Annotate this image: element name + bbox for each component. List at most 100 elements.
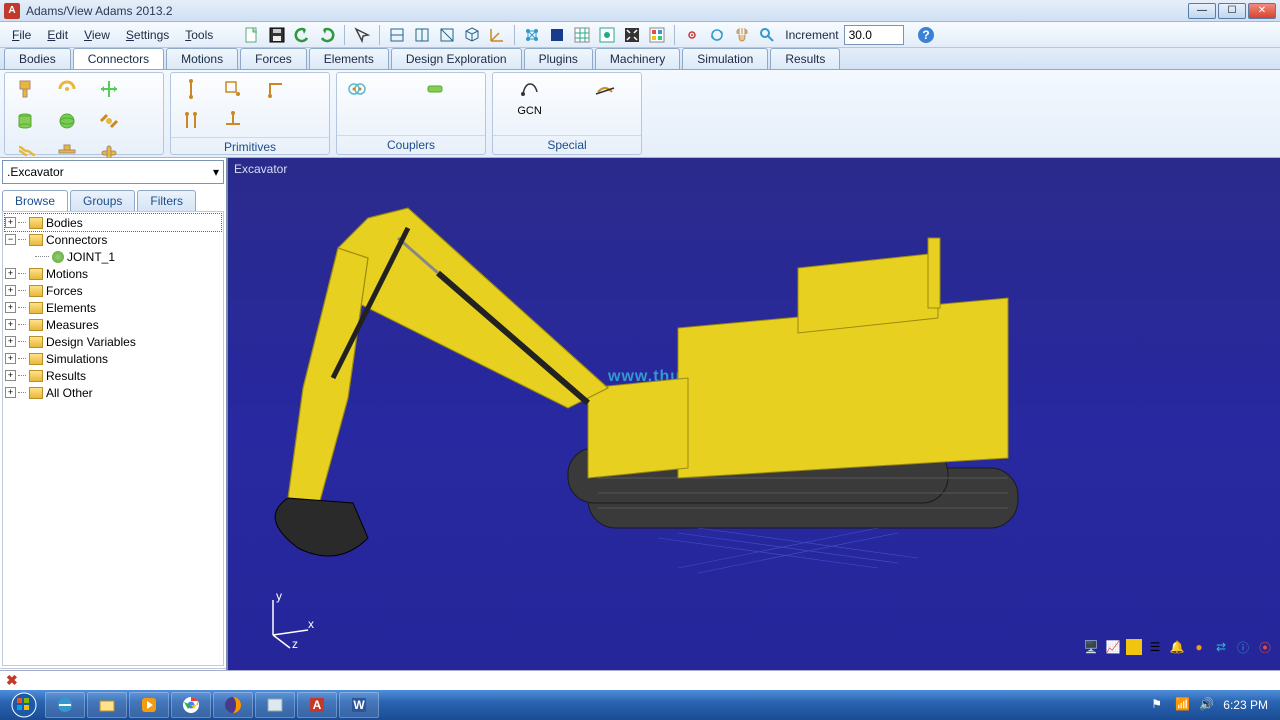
expand-icon[interactable]: +: [5, 285, 16, 296]
taskbar-firefox[interactable]: [213, 692, 253, 718]
taskbar-word[interactable]: W: [339, 692, 379, 718]
orientation-primitive-icon[interactable]: [263, 77, 287, 101]
fixed-joint-icon[interactable]: [13, 77, 37, 101]
axes-icon[interactable]: [486, 24, 508, 46]
undo-icon[interactable]: [291, 24, 313, 46]
tray-network-icon[interactable]: 📶: [1175, 697, 1191, 713]
tray-disk-icon[interactable]: ●: [1190, 638, 1208, 656]
browser-tab-browse[interactable]: Browse: [2, 190, 68, 211]
zoom-icon[interactable]: [756, 24, 778, 46]
tree-node-joint1[interactable]: JOINT_1: [5, 248, 221, 265]
render-icon[interactable]: [646, 24, 668, 46]
browser-tab-filters[interactable]: Filters: [137, 190, 196, 211]
taskbar-media[interactable]: [129, 692, 169, 718]
parallel-axis-icon[interactable]: [179, 109, 203, 133]
tray-monitor-icon[interactable]: 🖥️: [1082, 638, 1100, 656]
tab-machinery[interactable]: Machinery: [595, 48, 680, 69]
cylindrical-joint-icon[interactable]: [13, 109, 37, 133]
maximize-button[interactable]: ☐: [1218, 3, 1246, 19]
start-button[interactable]: [4, 691, 44, 719]
tree-node-all-other[interactable]: +All Other: [5, 384, 221, 401]
tab-results[interactable]: Results: [770, 48, 840, 69]
inline-primitive-icon[interactable]: [179, 77, 203, 101]
taskbar-adams[interactable]: A: [297, 692, 337, 718]
view-front-icon[interactable]: [386, 24, 408, 46]
tree-node-connectors[interactable]: −Connectors: [5, 231, 221, 248]
view-iso-icon[interactable]: [461, 24, 483, 46]
expand-icon[interactable]: +: [5, 217, 16, 228]
gear-coupler-icon[interactable]: [423, 77, 447, 101]
center-icon[interactable]: [681, 24, 703, 46]
redo-icon[interactable]: [316, 24, 338, 46]
taskbar-explorer[interactable]: [87, 692, 127, 718]
tree-node-motions[interactable]: +Motions: [5, 265, 221, 282]
translational-joint-icon[interactable]: [97, 77, 121, 101]
save-icon[interactable]: [266, 24, 288, 46]
collapse-icon[interactable]: −: [5, 234, 16, 245]
view-right-icon[interactable]: [411, 24, 433, 46]
perpendicular-icon[interactable]: [221, 109, 245, 133]
tree-node-design-variables[interactable]: +Design Variables: [5, 333, 221, 350]
tray-list-icon[interactable]: ☰: [1146, 638, 1164, 656]
tray-info-icon[interactable]: ⓘ: [1234, 638, 1252, 656]
tray-flag-icon[interactable]: ⚑: [1151, 697, 1167, 713]
menu-view[interactable]: View: [76, 25, 118, 45]
tab-motions[interactable]: Motions: [166, 48, 238, 69]
menu-settings[interactable]: Settings: [118, 25, 177, 45]
special-2d-contact-icon[interactable]: [593, 77, 617, 101]
tree-node-simulations[interactable]: +Simulations: [5, 350, 221, 367]
select-icon[interactable]: [351, 24, 373, 46]
tab-forces[interactable]: Forces: [240, 48, 307, 69]
tray-chart-icon[interactable]: 📈: [1104, 638, 1122, 656]
model-selector[interactable]: .Excavator ▾: [2, 160, 224, 184]
cancel-icon[interactable]: ✖: [6, 672, 18, 689]
view-top-icon[interactable]: [436, 24, 458, 46]
menu-edit[interactable]: Edit: [39, 25, 76, 45]
menu-tools[interactable]: Tools: [177, 25, 221, 45]
taskbar-chrome[interactable]: [171, 692, 211, 718]
browser-tab-groups[interactable]: Groups: [70, 190, 135, 211]
expand-icon[interactable]: +: [5, 319, 16, 330]
tray-note-icon[interactable]: [1126, 639, 1142, 655]
tree-node-measures[interactable]: +Measures: [5, 316, 221, 333]
menu-file[interactable]: File: [4, 25, 39, 45]
expand-icon[interactable]: +: [5, 268, 16, 279]
increment-input[interactable]: 30.0: [844, 25, 904, 45]
expand-icon[interactable]: +: [5, 336, 16, 347]
expand-icon[interactable]: +: [5, 387, 16, 398]
tree-node-results[interactable]: +Results: [5, 367, 221, 384]
shaded-icon[interactable]: [546, 24, 568, 46]
tree-node-bodies[interactable]: +Bodies: [5, 214, 221, 231]
tray-sound-icon[interactable]: 🔊: [1199, 697, 1215, 713]
taskbar-app1[interactable]: [255, 692, 295, 718]
tree-node-elements[interactable]: +Elements: [5, 299, 221, 316]
expand-icon[interactable]: +: [5, 302, 16, 313]
viewport-3d[interactable]: Excavator www.thundershare.net: [228, 158, 1280, 690]
tab-connectors[interactable]: Connectors: [73, 48, 164, 69]
tab-plugins[interactable]: Plugins: [524, 48, 593, 69]
special-curve-icon[interactable]: [518, 77, 542, 101]
tray-net-icon[interactable]: ⇄: [1212, 638, 1230, 656]
tray-bell-icon[interactable]: 🔔: [1168, 638, 1186, 656]
tab-simulation[interactable]: Simulation: [682, 48, 768, 69]
tab-design-exploration[interactable]: Design Exploration: [391, 48, 522, 69]
tree-node-forces[interactable]: +Forces: [5, 282, 221, 299]
tray-stop-icon[interactable]: ⦿: [1256, 638, 1274, 656]
spherical-joint-icon[interactable]: [55, 109, 79, 133]
tab-elements[interactable]: Elements: [309, 48, 389, 69]
expand-icon[interactable]: +: [5, 353, 16, 364]
grid-icon[interactable]: [571, 24, 593, 46]
visibility-icon[interactable]: [596, 24, 618, 46]
rotate-icon[interactable]: [706, 24, 728, 46]
help-icon[interactable]: ?: [915, 24, 937, 46]
coupler-icon[interactable]: [345, 77, 369, 101]
inplane-primitive-icon[interactable]: [221, 77, 245, 101]
pan-icon[interactable]: [731, 24, 753, 46]
expand-icon[interactable]: +: [5, 370, 16, 381]
constant-velocity-joint-icon[interactable]: [97, 109, 121, 133]
wireframe-icon[interactable]: [521, 24, 543, 46]
clock[interactable]: 6:23 PM: [1223, 698, 1268, 712]
new-icon[interactable]: [241, 24, 263, 46]
fit-icon[interactable]: [621, 24, 643, 46]
close-button[interactable]: ✕: [1248, 3, 1276, 19]
